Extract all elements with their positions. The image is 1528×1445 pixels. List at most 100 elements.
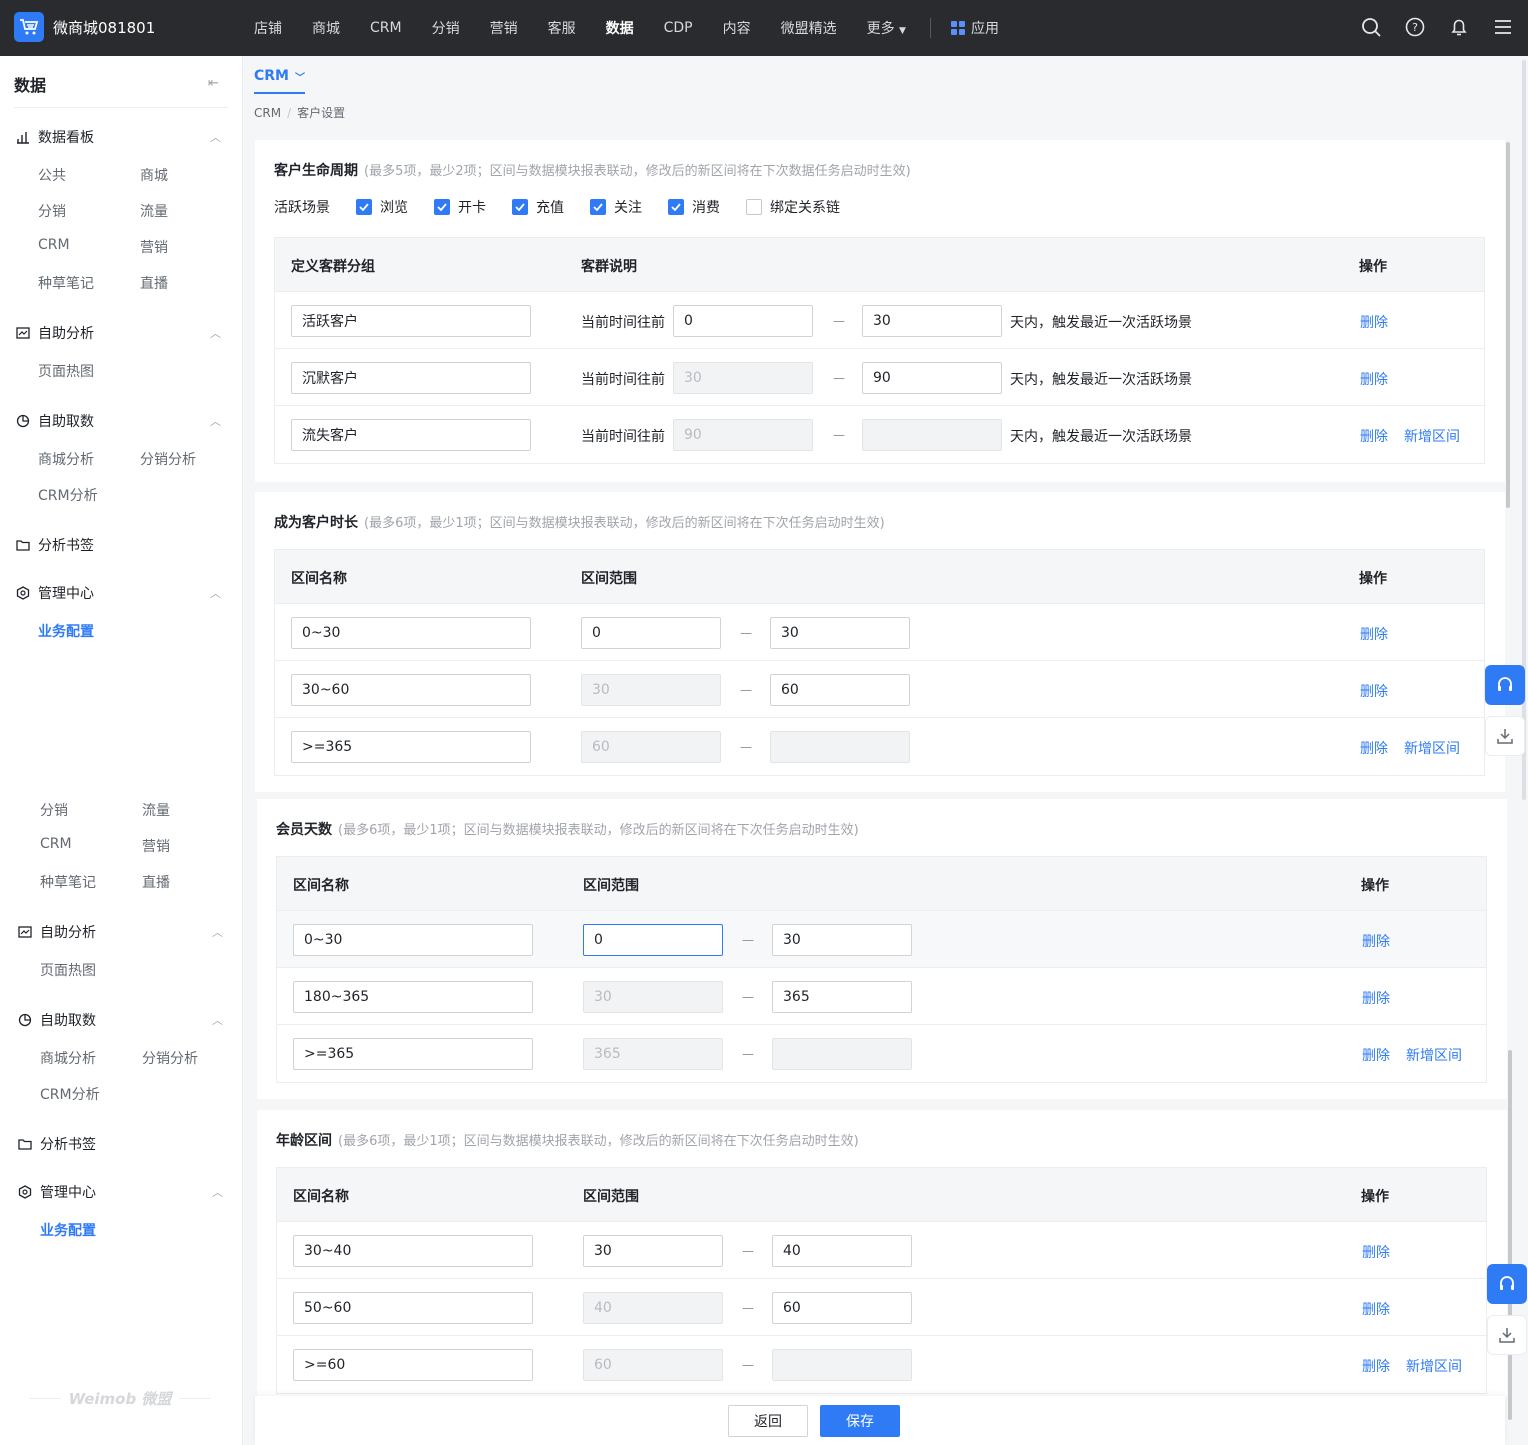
sidebar-item-crm[interactable]: CRM	[38, 237, 70, 253]
range-name-input[interactable]	[293, 1292, 533, 1324]
range-to-input[interactable]	[862, 305, 1002, 337]
delete-link[interactable]: 删除	[1362, 1299, 1390, 1319]
breadcrumb-root[interactable]: CRM	[254, 106, 281, 120]
checkbox-relation-chain[interactable]: 绑定关系链	[746, 197, 840, 217]
checkbox-card[interactable]: 开卡	[434, 197, 486, 217]
menu-icon[interactable]	[1492, 16, 1514, 38]
delete-link[interactable]: 删除	[1360, 369, 1388, 389]
checkbox-follow[interactable]: 关注	[590, 197, 642, 217]
delete-link[interactable]: 删除	[1362, 931, 1390, 951]
range-from-input[interactable]	[583, 924, 723, 956]
chevron-up-icon[interactable]: ︿	[212, 1184, 223, 1200]
sidebar-group-manage[interactable]: 管理中心	[16, 583, 94, 603]
sidebar-item-marketing[interactable]: 营销	[142, 836, 170, 856]
chevron-up-icon[interactable]: ︿	[210, 325, 221, 341]
delete-link[interactable]: 删除	[1360, 426, 1388, 446]
save-button[interactable]: 保存	[820, 1405, 900, 1437]
range-to-input[interactable]	[772, 1235, 912, 1267]
nav-content[interactable]: 内容	[723, 18, 751, 38]
sidebar-item-mall[interactable]: 商城	[140, 165, 168, 185]
nav-cdp[interactable]: CDP	[664, 20, 693, 36]
sidebar-item-biz-config[interactable]: 业务配置	[40, 1220, 96, 1240]
delete-link[interactable]: 删除	[1362, 1045, 1390, 1065]
nav-more[interactable]: 更多 ▼	[867, 18, 906, 38]
sidebar-group-self-fetch[interactable]: 自助取数	[16, 411, 94, 431]
nav-store[interactable]: 店铺	[254, 18, 282, 38]
delete-link[interactable]: 删除	[1360, 312, 1388, 332]
scrollbar-thumb[interactable]	[1508, 1050, 1512, 1420]
range-name-input[interactable]	[293, 924, 533, 956]
range-to-input[interactable]	[770, 674, 910, 706]
group-name-input[interactable]	[291, 419, 531, 451]
sidebar-group-dashboard[interactable]: 数据看板	[16, 127, 94, 147]
checkbox-recharge[interactable]: 充值	[512, 197, 564, 217]
range-name-input[interactable]	[293, 981, 533, 1013]
range-from-input[interactable]	[583, 1235, 723, 1267]
add-range-link[interactable]: 新增区间	[1406, 1045, 1462, 1065]
range-name-input[interactable]	[291, 617, 531, 649]
sidebar-item-biz-config[interactable]: 业务配置	[38, 621, 94, 641]
chevron-up-icon[interactable]: ︿	[210, 413, 221, 429]
sidebar-item-crm-analysis[interactable]: CRM分析	[40, 1084, 100, 1104]
range-to-input[interactable]	[772, 981, 912, 1013]
range-from-input[interactable]	[673, 305, 813, 337]
back-button[interactable]: 返回	[728, 1405, 808, 1437]
group-name-input[interactable]	[291, 362, 531, 394]
sidebar-group-bookmark[interactable]: 分析书签	[18, 1134, 96, 1154]
sidebar-item-heatmap[interactable]: 页面热图	[38, 361, 94, 381]
sidebar-item-public[interactable]: 公共	[38, 165, 66, 185]
range-name-input[interactable]	[291, 731, 531, 763]
shop-name[interactable]: 微商城081801	[53, 17, 155, 38]
customer-service-headset-icon[interactable]	[1487, 1264, 1527, 1304]
sidebar-item-mall-analysis[interactable]: 商城分析	[38, 449, 94, 469]
checkbox-consume[interactable]: 消费	[668, 197, 720, 217]
sidebar-group-self-fetch[interactable]: 自助取数	[18, 1010, 96, 1030]
range-to-input[interactable]	[772, 1292, 912, 1324]
scrollbar-thumb[interactable]	[1506, 142, 1510, 508]
nav-distribution[interactable]: 分销	[432, 18, 460, 38]
download-icon[interactable]	[1485, 716, 1525, 756]
range-name-input[interactable]	[293, 1235, 533, 1267]
nav-apps[interactable]: 应用	[950, 18, 999, 38]
delete-link[interactable]: 删除	[1360, 681, 1388, 701]
nav-marketing[interactable]: 营销	[490, 18, 518, 38]
chevron-up-icon[interactable]: ︿	[212, 1012, 223, 1028]
sidebar-group-manage[interactable]: 管理中心	[18, 1182, 96, 1202]
collapse-sidebar-icon[interactable]: ⇤	[208, 76, 219, 91]
help-icon[interactable]: ?	[1404, 16, 1426, 38]
range-name-input[interactable]	[291, 674, 531, 706]
chevron-up-icon[interactable]: ︿	[212, 924, 223, 940]
add-range-link[interactable]: 新增区间	[1404, 426, 1460, 446]
download-icon[interactable]	[1487, 1315, 1527, 1355]
sidebar-item-marketing[interactable]: 营销	[140, 237, 168, 257]
sidebar-item-notes[interactable]: 种草笔记	[40, 872, 96, 892]
search-icon[interactable]	[1360, 16, 1382, 38]
module-tab-crm[interactable]: CRM ﹀	[254, 68, 305, 94]
sidebar-item-distribution[interactable]: 分销	[38, 201, 66, 221]
delete-link[interactable]: 删除	[1360, 738, 1388, 758]
sidebar-item-notes[interactable]: 种草笔记	[38, 273, 94, 293]
checkbox-browse[interactable]: 浏览	[356, 197, 408, 217]
range-to-input[interactable]	[772, 924, 912, 956]
sidebar-item-heatmap[interactable]: 页面热图	[40, 960, 96, 980]
sidebar-group-self-analysis[interactable]: 自助分析	[18, 922, 96, 942]
range-to-input[interactable]	[862, 362, 1002, 394]
range-from-input[interactable]	[581, 617, 721, 649]
delete-link[interactable]: 删除	[1362, 1242, 1390, 1262]
nav-service[interactable]: 客服	[548, 18, 576, 38]
range-to-input[interactable]	[770, 617, 910, 649]
delete-link[interactable]: 删除	[1362, 1356, 1390, 1376]
add-range-link[interactable]: 新增区间	[1406, 1356, 1462, 1376]
bell-icon[interactable]	[1448, 16, 1470, 38]
sidebar-item-traffic[interactable]: 流量	[140, 201, 168, 221]
sidebar-item-distribution[interactable]: 分销	[40, 800, 68, 820]
nav-mall[interactable]: 商城	[312, 18, 340, 38]
sidebar-item-distribution-analysis[interactable]: 分销分析	[140, 449, 196, 469]
delete-link[interactable]: 删除	[1360, 624, 1388, 644]
chevron-up-icon[interactable]: ︿	[210, 585, 221, 601]
shop-cart-logo-icon[interactable]	[14, 12, 44, 42]
sidebar-group-bookmark[interactable]: 分析书签	[16, 535, 94, 555]
sidebar-group-self-analysis[interactable]: 自助分析	[16, 323, 94, 343]
sidebar-item-live[interactable]: 直播	[140, 273, 168, 293]
nav-data[interactable]: 数据	[606, 18, 634, 38]
